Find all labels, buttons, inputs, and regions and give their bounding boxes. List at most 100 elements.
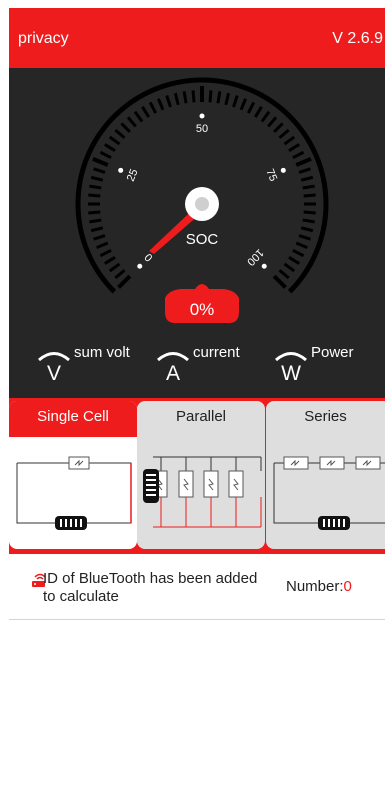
connection-mode-selector: Single Cell Parallel Series xyxy=(9,398,385,554)
single-cell-diagram-icon xyxy=(16,456,132,530)
gauge-tick xyxy=(165,95,172,108)
gauge-tick xyxy=(114,128,126,139)
privacy-link[interactable]: privacy xyxy=(18,30,69,48)
current-icon: A xyxy=(157,352,189,384)
gauge-tick xyxy=(283,135,296,146)
gauge-tick xyxy=(232,95,239,108)
gauge-panel: 0 25 50 75 100 SOC 0% V sum volt A current W… xyxy=(9,68,385,398)
current-metric: A current xyxy=(155,344,265,384)
gauge-tick xyxy=(96,241,109,250)
gauge-tick xyxy=(126,116,137,128)
gauge-tick xyxy=(104,256,116,265)
gauge-tick xyxy=(298,167,311,174)
gauge-tick xyxy=(239,98,248,111)
soc-label: SOC xyxy=(186,231,219,248)
gauge-tick xyxy=(104,143,116,152)
gauge-tick xyxy=(302,184,315,190)
sum-volt-metric: V sum volt xyxy=(36,344,146,384)
gauge-tick xyxy=(156,98,165,111)
gauge-tick xyxy=(99,248,112,258)
power-label: Power xyxy=(311,344,354,361)
gauge-tick xyxy=(303,193,316,198)
gauge-tick-dot xyxy=(199,113,205,119)
gauge-tick xyxy=(173,92,180,106)
gauge-tick xyxy=(99,150,112,160)
gauge-tick xyxy=(302,218,315,224)
svg-text:W: W xyxy=(281,362,301,384)
gauge-tick xyxy=(108,135,121,146)
gauge-tick xyxy=(278,269,290,280)
device-list-area xyxy=(9,620,385,790)
gauge-tick xyxy=(300,175,314,182)
gauge-tick xyxy=(272,274,287,289)
gauge-tick xyxy=(92,156,109,167)
soc-value: 0% xyxy=(190,300,215,319)
version-label: V 2.6.9 xyxy=(332,30,383,47)
gauge-tick xyxy=(273,122,284,133)
gauge-tick xyxy=(298,234,311,241)
gauge-tick xyxy=(283,262,296,273)
gauge-tick xyxy=(89,218,102,224)
tab-series[interactable]: Series xyxy=(266,401,385,549)
gauge-tick xyxy=(90,226,104,233)
tab-single-cell[interactable]: Single Cell xyxy=(9,401,137,549)
gauge-tick-dot xyxy=(118,167,124,173)
gauge-tick xyxy=(292,248,305,258)
gauge-tick xyxy=(89,184,102,190)
gauge-tick xyxy=(148,101,158,114)
tab-parallel[interactable]: Parallel xyxy=(137,401,265,549)
number-counter: Number:0 xyxy=(286,578,352,595)
svg-text:A: A xyxy=(166,362,180,384)
series-diagram-icon xyxy=(273,456,385,530)
gauge-tick xyxy=(224,92,231,106)
parallel-diagram-icon xyxy=(143,456,262,528)
gauge-tick xyxy=(141,106,150,118)
bluetooth-status-row: ID of BlueTooth has been added to calcul… xyxy=(9,554,385,620)
gauge-tick xyxy=(108,262,121,273)
number-value: 0 xyxy=(343,578,352,595)
gauge-outer-arc xyxy=(75,77,329,294)
gauge-tick-label: 75 xyxy=(263,167,279,183)
gauge-tick xyxy=(288,143,300,152)
series-label: Series xyxy=(304,408,347,425)
single-cell-label: Single Cell xyxy=(9,401,137,437)
volt-icon: V xyxy=(38,352,70,384)
gauge-tick-label: 50 xyxy=(196,123,208,135)
gauge-tick xyxy=(246,101,256,114)
gauge-tick xyxy=(120,122,131,133)
gauge-tick xyxy=(93,234,106,241)
gauge-tick xyxy=(260,110,271,123)
gauge-tick xyxy=(216,91,222,104)
gauge-tick-dot xyxy=(261,263,267,269)
gauge-tick xyxy=(254,106,263,118)
app-header: privacy V 2.6.9 xyxy=(9,8,385,68)
gauge-tick xyxy=(278,128,290,139)
parallel-label: Parallel xyxy=(175,408,227,425)
svg-text:V: V xyxy=(47,362,61,384)
number-label: Number: xyxy=(286,578,344,595)
gauge-tick-dot xyxy=(137,263,143,269)
gauge-tick xyxy=(88,193,101,198)
gauge-tick xyxy=(88,210,101,215)
gauge-tick-marks xyxy=(75,77,329,294)
gauge-tick xyxy=(295,156,312,167)
gauge-tick xyxy=(208,90,213,103)
gauge-tick xyxy=(182,91,188,104)
gauge-tick xyxy=(300,226,314,233)
bluetooth-message: ID of BlueTooth has been added to calcul… xyxy=(43,570,258,605)
gauge-tick xyxy=(267,116,278,128)
gauge-tick xyxy=(117,274,132,289)
power-icon: W xyxy=(275,352,307,384)
gauge-tick xyxy=(288,256,300,265)
gauge-tick xyxy=(114,269,126,280)
power-metric: W Power xyxy=(273,344,383,384)
gauge-tick xyxy=(133,110,144,123)
current-label: current xyxy=(193,344,240,361)
gauge-tick-label: 25 xyxy=(125,167,141,183)
sum-volt-label: sum volt xyxy=(74,344,130,361)
gauge-tick xyxy=(292,150,305,160)
gauge-tick xyxy=(93,167,106,174)
gauge-tick xyxy=(295,241,308,250)
gauge-tick xyxy=(90,175,104,182)
gauge-tick xyxy=(191,90,196,103)
